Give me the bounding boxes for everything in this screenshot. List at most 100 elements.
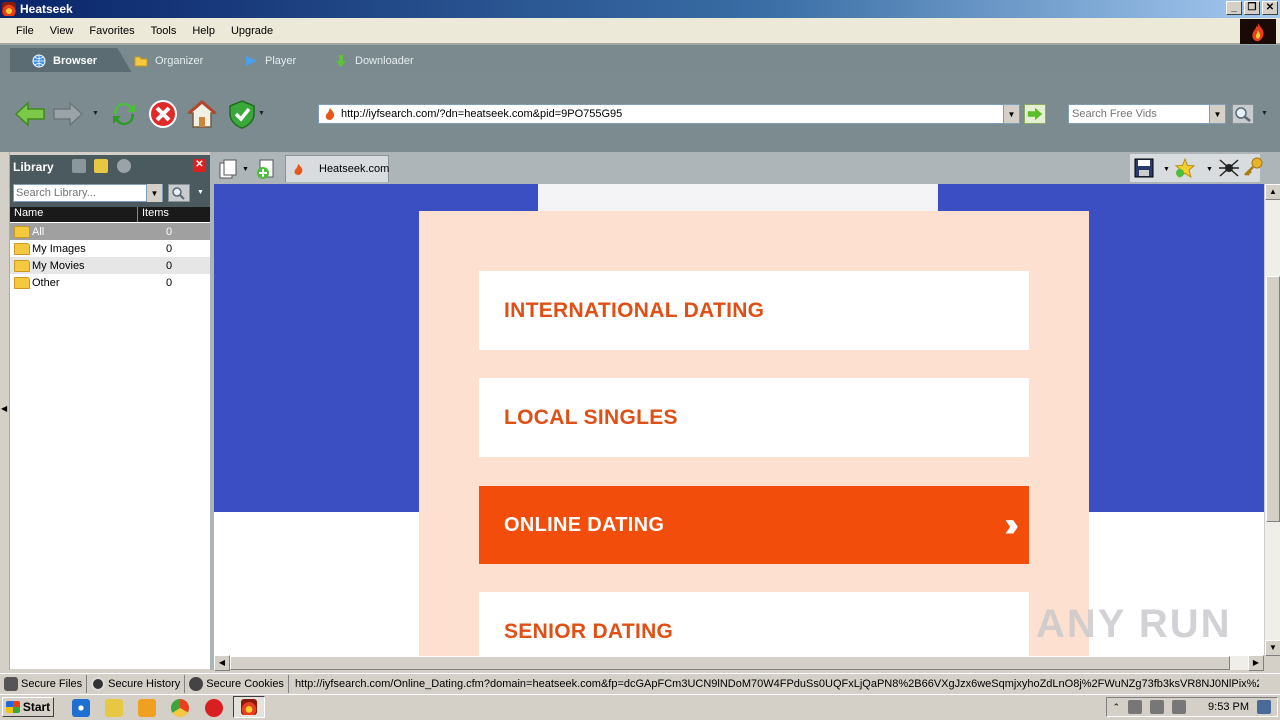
video-search-button[interactable] xyxy=(1232,104,1254,124)
system-tray: ⌃ 9:53 PM xyxy=(1106,697,1278,717)
heatseek-logo xyxy=(1240,19,1276,44)
horizontal-scroll-thumb[interactable] xyxy=(230,656,1230,670)
flame-favicon-icon xyxy=(292,163,305,176)
scroll-right-icon[interactable]: ▶ xyxy=(1248,655,1264,671)
tab-list-icon[interactable] xyxy=(218,158,240,180)
secure-cookies-button[interactable]: Secure Cookies xyxy=(185,674,289,693)
window-title: Heatseek xyxy=(20,2,73,16)
library-title: Library xyxy=(13,160,54,174)
option-label: ONLINE DATING xyxy=(504,513,665,536)
chrome-icon[interactable] xyxy=(171,699,189,717)
option-local-singles[interactable]: LOCAL SINGLES xyxy=(479,378,1029,457)
scroll-up-icon[interactable]: ▲ xyxy=(1265,184,1280,200)
save-disk-icon[interactable] xyxy=(1134,158,1154,178)
tab-player[interactable]: Player xyxy=(222,48,326,73)
menu-help[interactable]: Help xyxy=(192,25,215,37)
refresh-icon[interactable] xyxy=(108,98,140,130)
tray-expand-icon[interactable]: ⌃ xyxy=(1112,702,1120,713)
library-search-dropdown-icon[interactable]: ▼ xyxy=(146,184,162,202)
url-dropdown-icon[interactable]: ▼ xyxy=(1003,105,1019,123)
explorer-folder-icon[interactable] xyxy=(105,699,123,717)
vertical-scroll-thumb[interactable] xyxy=(1266,276,1280,522)
home-icon[interactable] xyxy=(186,98,218,130)
menu-tools[interactable]: Tools xyxy=(151,25,177,37)
library-add-folder-icon[interactable] xyxy=(94,159,108,173)
library-options-dropdown-icon[interactable]: ▼ xyxy=(197,189,204,196)
scroll-down-icon[interactable]: ▼ xyxy=(1265,640,1280,656)
double-chevron-right-icon: ›› xyxy=(1004,505,1018,544)
search-options-dropdown-icon[interactable]: ▼ xyxy=(1261,110,1268,117)
video-search-input[interactable] xyxy=(1069,108,1209,120)
restore-button[interactable]: ❐ xyxy=(1244,1,1260,15)
forward-dropdown-icon[interactable]: ▼ xyxy=(92,110,99,117)
spider-icon[interactable] xyxy=(1218,157,1240,179)
column-items[interactable]: Items xyxy=(138,207,169,222)
network-icon[interactable] xyxy=(1128,700,1143,714)
library-search-box[interactable]: ▼ xyxy=(13,184,163,202)
start-button[interactable]: Start xyxy=(2,697,54,717)
forward-arrow-icon[interactable] xyxy=(52,98,84,130)
library-folder-icon[interactable] xyxy=(72,159,86,173)
close-button[interactable]: ✕ xyxy=(1262,1,1278,15)
stop-icon[interactable] xyxy=(147,98,179,130)
media-player-icon[interactable] xyxy=(138,699,156,717)
flame-favicon-icon xyxy=(323,107,337,121)
status-url-text: http://iyfsearch.com/Online_Dating.cfm?d… xyxy=(294,677,1259,690)
shield-dropdown-icon[interactable]: ▼ xyxy=(258,110,265,117)
secure-files-button[interactable]: Secure Files xyxy=(0,674,88,693)
back-arrow-icon[interactable] xyxy=(14,98,46,130)
option-international-dating[interactable]: INTERNATIONAL DATING xyxy=(479,271,1029,350)
tab-list-dropdown-icon[interactable]: ▼ xyxy=(242,166,249,173)
clock: 9:53 PM xyxy=(1208,701,1249,713)
go-arrow-icon xyxy=(1027,107,1043,121)
tab-downloader[interactable]: Downloader xyxy=(312,48,460,73)
show-desktop-icon[interactable] xyxy=(1257,700,1271,714)
column-name[interactable]: Name xyxy=(10,207,138,222)
library-row-name: All xyxy=(32,225,45,238)
save-dropdown-icon[interactable]: ▼ xyxy=(1163,166,1170,173)
library-search-input[interactable] xyxy=(14,187,146,199)
menu-view[interactable]: View xyxy=(50,25,74,37)
menu-favorites[interactable]: Favorites xyxy=(89,25,134,37)
new-tab-icon[interactable] xyxy=(255,158,277,180)
address-bar[interactable]: ▼ xyxy=(318,104,1020,124)
minimize-button[interactable]: _ xyxy=(1226,1,1242,15)
library-row-my-movies[interactable]: My Movies 0 xyxy=(10,257,210,274)
tab-organizer[interactable]: Organizer xyxy=(112,48,234,73)
heatseek-taskbar-icon xyxy=(241,699,257,715)
library-row-name: My Images xyxy=(32,242,86,255)
taskbar-heatseek-button[interactable] xyxy=(233,696,265,718)
video-search-box[interactable]: ▼ xyxy=(1068,104,1226,124)
url-input[interactable] xyxy=(341,106,1003,122)
flag-icon[interactable] xyxy=(1172,700,1187,714)
vertical-scrollbar[interactable]: ▲ ▼ xyxy=(1264,184,1280,656)
scroll-left-icon[interactable]: ◀ xyxy=(214,655,230,671)
library-search-button[interactable] xyxy=(168,184,190,202)
menu-upgrade[interactable]: Upgrade xyxy=(231,25,273,37)
video-search-dropdown-icon[interactable]: ▼ xyxy=(1209,105,1225,123)
library-row-my-images[interactable]: My Images 0 xyxy=(10,240,210,257)
library-close-icon[interactable]: ✕ xyxy=(193,159,206,172)
menu-file[interactable]: File xyxy=(16,25,34,37)
option-senior-dating[interactable]: SENIOR DATING xyxy=(479,592,1029,656)
key-icon[interactable] xyxy=(1242,156,1264,178)
collapse-arrow-icon[interactable]: ◀ xyxy=(1,404,7,413)
library-refresh-icon[interactable] xyxy=(117,159,131,173)
library-row-other[interactable]: Other 0 xyxy=(10,274,210,291)
volume-icon[interactable] xyxy=(1150,700,1165,714)
sidebar-collapse-strip[interactable]: ◀ xyxy=(0,152,10,670)
library-row-all[interactable]: All 0 xyxy=(10,223,210,240)
favorite-dropdown-icon[interactable]: ▼ xyxy=(1206,166,1213,173)
go-button[interactable] xyxy=(1024,104,1046,124)
internet-explorer-icon[interactable] xyxy=(72,699,90,717)
horizontal-scrollbar[interactable]: ◀ ▶ xyxy=(214,655,1264,671)
heatseek-app-icon xyxy=(2,2,16,16)
opera-icon[interactable] xyxy=(205,699,223,717)
add-favorite-star-icon[interactable] xyxy=(1174,157,1196,179)
security-shield-icon[interactable] xyxy=(226,98,258,130)
secure-history-button[interactable]: Secure History xyxy=(87,674,186,693)
option-label: SENIOR DATING xyxy=(504,619,674,643)
option-online-dating[interactable]: ONLINE DATING ›› xyxy=(479,486,1029,564)
tab-heatseek[interactable]: Heatseek.com xyxy=(285,155,389,182)
magnifier-icon xyxy=(1235,107,1251,122)
